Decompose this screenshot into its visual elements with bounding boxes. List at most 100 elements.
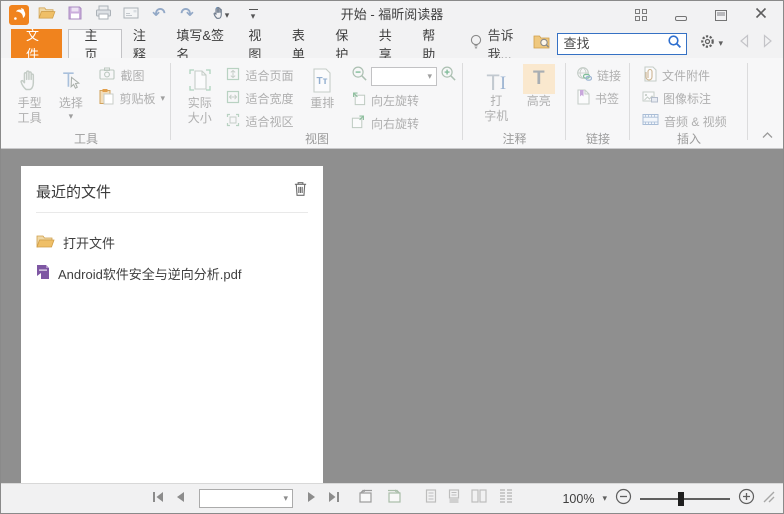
- svg-text:Tт: Tт: [317, 76, 328, 87]
- rotate-left-icon: [351, 91, 366, 109]
- email-icon: [123, 6, 139, 24]
- search-folder-icon[interactable]: [533, 34, 551, 54]
- zoom-in-icon[interactable]: [440, 65, 457, 87]
- snapshot-button[interactable]: 截图: [99, 65, 165, 85]
- typewriter-button[interactable]: TI 打字机: [475, 62, 518, 124]
- page-navigation: ▾: [151, 489, 341, 508]
- tab-help[interactable]: 帮助: [411, 28, 454, 62]
- lightbulb-icon: [469, 34, 483, 53]
- history-nav: [739, 34, 783, 53]
- workspace-icon: [635, 9, 647, 21]
- undo-icon: ↶: [152, 6, 166, 23]
- find-button[interactable]: [662, 34, 686, 54]
- document-area: 最近的文件 打开文件 Android软件安全与逆向分析.pdf: [1, 149, 783, 483]
- tab-form[interactable]: 表单: [281, 28, 324, 62]
- highlight-button[interactable]: T 高亮: [518, 62, 561, 109]
- search-area: ▾: [533, 29, 783, 58]
- zoom-slider[interactable]: [640, 491, 730, 506]
- zoom-bar: 100% ▾: [562, 488, 775, 510]
- clipboard-button[interactable]: 剪贴板 ▾: [99, 88, 165, 108]
- find-input[interactable]: [558, 34, 663, 53]
- back-icon[interactable]: [739, 34, 749, 53]
- fit-page-icon: [226, 67, 240, 84]
- reflow-icon: Tт: [310, 64, 334, 96]
- group-label-comment: 注释: [502, 132, 527, 146]
- zoom-in-circle-icon[interactable]: [738, 488, 755, 510]
- zoom-level[interactable]: 100%: [562, 492, 594, 506]
- continuous-facing-icon[interactable]: [498, 489, 514, 508]
- recent-file-item[interactable]: Android软件安全与逆向分析.pdf: [36, 258, 308, 289]
- image-annotation-button[interactable]: 图像标注: [642, 88, 727, 108]
- clear-recent-trash-icon[interactable]: [293, 180, 308, 202]
- tab-protect[interactable]: 保护: [324, 28, 367, 62]
- find-search-box: [557, 32, 688, 55]
- tab-share[interactable]: 共享: [368, 28, 411, 62]
- single-page-icon[interactable]: [425, 489, 437, 508]
- maximize-button[interactable]: [713, 7, 729, 23]
- workspace-toggle-button[interactable]: [633, 7, 649, 23]
- resize-grip-icon[interactable]: [763, 490, 775, 508]
- open-file-button[interactable]: [35, 4, 59, 26]
- reflow-button[interactable]: Tт 重排: [302, 62, 343, 111]
- ribbon-group-link: 链接 书签 链接: [566, 58, 630, 148]
- actual-size-button[interactable]: 实际 大小: [179, 62, 220, 126]
- zoom-out-icon[interactable]: [351, 65, 368, 87]
- facing-pages-icon[interactable]: [471, 489, 487, 508]
- status-bar: ▾ 100% ▾: [1, 483, 783, 513]
- previous-page-icon[interactable]: [175, 490, 185, 508]
- tab-view[interactable]: 视图: [237, 28, 280, 62]
- audio-video-button[interactable]: 音频 & 视频: [642, 111, 727, 131]
- close-button[interactable]: [753, 7, 769, 23]
- print-button[interactable]: [91, 4, 115, 26]
- next-page-icon[interactable]: [307, 490, 317, 508]
- chevron-up-icon: [762, 126, 773, 143]
- minimize-button[interactable]: [673, 7, 689, 23]
- pdf-file-icon: [36, 264, 50, 283]
- window-controls: [633, 7, 777, 23]
- settings-caret-icon: ▾: [718, 38, 723, 48]
- recent-files-title: 最近的文件: [36, 183, 112, 201]
- forward-icon[interactable]: [763, 34, 773, 53]
- email-button[interactable]: [119, 4, 143, 26]
- app-window: ↶ ↷ ▾ ▾ 开始 - 福昕阅读器 文件 主页 注释 填写&签名 视图 表单 …: [0, 0, 784, 514]
- view-history: [357, 489, 403, 508]
- page-number-combo[interactable]: ▾: [199, 489, 293, 508]
- fit-width-button[interactable]: 适合宽度: [226, 88, 294, 108]
- ribbon-group-comment: TI 打字机 T 高亮 注释: [463, 58, 566, 148]
- undo-button[interactable]: ↶: [147, 4, 171, 26]
- link-button[interactable]: 链接: [576, 65, 621, 85]
- previous-view-icon[interactable]: [357, 489, 374, 508]
- next-view-icon[interactable]: [386, 489, 403, 508]
- continuous-page-icon[interactable]: [448, 489, 460, 508]
- select-button[interactable]: 选择 ▾: [50, 62, 91, 122]
- first-page-icon[interactable]: [151, 490, 165, 508]
- zoom-out-circle-icon[interactable]: [615, 488, 632, 510]
- open-file-item[interactable]: 打开文件: [36, 227, 308, 258]
- zoom-controls: ▾: [351, 65, 457, 87]
- hand-tool-quick-button[interactable]: ▾: [203, 4, 237, 26]
- settings-button[interactable]: ▾: [699, 33, 723, 55]
- page-layout-modes: [425, 489, 514, 508]
- hand-icon: [16, 64, 43, 96]
- fit-page-button[interactable]: 适合页面: [226, 65, 294, 85]
- fit-visible-button[interactable]: 适合视区: [226, 111, 294, 131]
- file-attachment-button[interactable]: 文件附件: [642, 65, 727, 85]
- zoom-combo[interactable]: ▾: [370, 66, 437, 86]
- tell-me-button[interactable]: 告诉我...: [469, 28, 526, 62]
- redo-button[interactable]: ↷: [175, 4, 199, 26]
- printer-icon: [95, 5, 112, 25]
- last-page-icon[interactable]: [327, 490, 341, 508]
- hand-tool-button[interactable]: 手型 工具: [9, 62, 50, 126]
- tab-home[interactable]: 主页: [68, 28, 122, 62]
- zoom-slider-handle[interactable]: [678, 491, 684, 506]
- collapse-ribbon-button[interactable]: [762, 126, 773, 144]
- save-button[interactable]: [63, 4, 87, 26]
- bookmark-button[interactable]: 书签: [576, 88, 621, 108]
- tab-comment[interactable]: 注释: [122, 28, 165, 62]
- tab-file[interactable]: 文件: [11, 28, 63, 62]
- tab-fill-sign[interactable]: 填写&签名: [165, 28, 237, 62]
- group-label-insert: 插入: [676, 132, 701, 146]
- customize-quick-access-button[interactable]: ▾: [241, 4, 265, 26]
- open-file-label: 打开文件: [63, 236, 116, 251]
- rotate-left-button[interactable]: 向左旋转: [351, 90, 457, 110]
